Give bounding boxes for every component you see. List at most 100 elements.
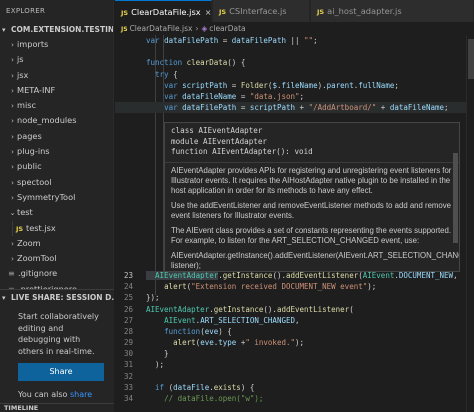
code-token: "data.json" <box>249 91 300 101</box>
timeline-header[interactable]: TIMELINE <box>0 403 114 412</box>
breadcrumb-file[interactable]: ClearDataFile.jsx <box>130 24 193 33</box>
tree-item-label: META-INF <box>17 84 56 95</box>
tooltip-scrollbar[interactable] <box>453 153 458 243</box>
editor-scrollbar[interactable] <box>466 35 474 412</box>
tab-label: CSInterface.js <box>229 6 287 16</box>
code-token: dataFilePath <box>231 36 286 45</box>
code-line[interactable]: var dataFileName = "data.json"; <box>115 91 474 102</box>
code-text: var dataFileName = "data.json"; <box>146 91 304 102</box>
chevron-down-icon: ▾ <box>2 26 6 34</box>
doc-example: AIEventAdapter.getInstance().addEventLis… <box>171 250 460 270</box>
tree-item[interactable]: › imports <box>0 37 113 52</box>
code-line[interactable]: 28 function(eve) { <box>115 326 474 337</box>
tree-item[interactable]: › Zoom <box>0 236 113 251</box>
code-line[interactable]: 32 <box>115 371 474 382</box>
tab-csinterface[interactable]: JS CSInterface.js <box>213 0 310 22</box>
tree-item-label: public <box>17 161 42 172</box>
share-button[interactable]: Share <box>18 363 104 381</box>
code-token: var <box>146 36 165 45</box>
code-token: var <box>164 103 183 113</box>
code-line[interactable]: 26 AIEventAdapter.getInstance().addEventL… <box>115 304 474 315</box>
code-line[interactable]: 33 if (dataFile.exists) { <box>115 382 474 393</box>
tree-item[interactable]: › public <box>0 159 113 174</box>
tree-item[interactable]: › jsx <box>0 68 113 83</box>
code-token: var <box>164 80 183 90</box>
code-token: "" <box>304 36 314 45</box>
code-line[interactable]: try { <box>115 69 474 80</box>
breadcrumb: JS ClearDataFile.jsx › ◈ clearData <box>115 22 474 35</box>
signature-line: class AIEventAdapter <box>171 126 263 135</box>
close-icon[interactable]: × <box>205 8 211 17</box>
live-share-description: Start collaboratively editing and debugg… <box>18 312 99 356</box>
workspace-name: COM.EXTENSION.TESTING <box>11 25 113 34</box>
code-token: scriptPath <box>182 80 228 90</box>
code-token: = <box>236 103 250 113</box>
tree-item-label: plug-ins <box>17 146 50 157</box>
live-share-title: LIVE SHARE: SESSION D... <box>11 293 114 302</box>
breadcrumb-symbol[interactable]: clearData <box>209 24 245 33</box>
code-text: try { <box>146 69 178 80</box>
code-text: var scriptPath = Folder($.fileName).pare… <box>146 80 399 91</box>
code-token: "/AddArtboard/" <box>308 103 377 113</box>
code-line[interactable]: 34 // dataFile.open("w"); <box>115 393 474 404</box>
function-symbol-icon: ◈ <box>201 24 208 33</box>
tree-item[interactable]: › node_modules <box>0 113 113 128</box>
tree-item[interactable]: › META-INF <box>0 83 113 98</box>
code-token: () { <box>227 58 246 68</box>
code-token: ); <box>295 338 305 348</box>
code-token: try <box>155 69 169 79</box>
tree-item-label: test <box>17 207 33 218</box>
line-number: 31 <box>123 360 133 370</box>
code-line[interactable] <box>115 46 474 57</box>
workspace-section-header[interactable]: ▾ COM.EXTENSION.TESTING <box>0 22 113 37</box>
code-line[interactable]: 30 } <box>115 348 474 359</box>
tree-item[interactable]: › SymmetryTool <box>0 190 113 205</box>
code-line[interactable]: var dataFilePath = scriptPath + "/AddArt… <box>115 102 474 114</box>
tree-item[interactable]: › plug-ins <box>0 144 113 159</box>
tree-item[interactable]: › ZoomTool <box>0 251 113 266</box>
code-line[interactable]: 24 alert("Extension received DOCUMENT_NE… <box>115 281 474 292</box>
code-token: = <box>236 91 250 101</box>
line-number: 33 <box>123 382 133 392</box>
code-line[interactable]: 29 alert(eve.type +" invoked."); <box>115 337 474 348</box>
code-token: } <box>146 349 169 359</box>
chevron-down-icon: ⌄ <box>9 209 16 218</box>
code-line[interactable]: var scriptPath = Folder($.fileName).pare… <box>115 80 474 91</box>
code-line[interactable]: function clearData() { <box>115 57 474 68</box>
code-token: Folder <box>240 80 268 90</box>
code-token: dataFileName <box>182 91 237 101</box>
tree-item[interactable]: ≡ .gitignore <box>0 266 113 281</box>
code-token: ART_SELECTION_CHANGED <box>200 315 296 325</box>
live-share-header[interactable]: ▾ LIVE SHARE: SESSION D... <box>0 290 114 305</box>
tree-item-label: test.jsx <box>26 222 56 233</box>
code-line[interactable]: 27 AIEvent.ART_SELECTION_CHANGED, <box>115 315 474 326</box>
tree-item[interactable]: › js <box>0 52 113 67</box>
code-token: { <box>168 69 178 79</box>
chevron-right-icon: › <box>11 178 14 187</box>
code-line[interactable]: 31 ); <box>115 359 474 370</box>
code-token: addEventListener <box>276 304 350 314</box>
tree-item[interactable]: › pages <box>0 129 113 144</box>
code-token: type <box>218 338 237 348</box>
hover-documentation: AIEventAdapter provides APIs for registe… <box>165 163 459 271</box>
code-line[interactable]: 25}); <box>115 292 474 303</box>
tab-ai-host-adapter[interactable]: JS ai_host_adapter.js <box>311 0 474 22</box>
tree-item-label: jsx <box>17 69 29 80</box>
tree-item[interactable]: › misc <box>0 98 113 113</box>
tab-cleardatafile[interactable]: JS ClearDataFile.jsx × <box>115 0 212 22</box>
scrollbar-thumb[interactable] <box>468 39 474 79</box>
tree-item[interactable]: JS test.jsx <box>0 220 113 236</box>
code-token: ); <box>367 282 377 292</box>
code-token: = <box>227 80 241 90</box>
js-file-icon: JS <box>121 26 128 33</box>
tree-item[interactable]: › spectool <box>0 175 113 190</box>
code-text: function(eve) { <box>146 326 232 337</box>
code-line[interactable]: var dataFilePath = dataFilePath || ""; <box>115 35 474 46</box>
code-token: ( <box>164 382 174 392</box>
code-token: // dataFile.open("w"); <box>164 394 264 403</box>
tree-item[interactable]: ⌄ test <box>0 205 113 220</box>
code-text: AIEventAdapter.getInstance().addEventLis… <box>146 304 354 315</box>
code-token: fullName <box>358 80 395 90</box>
code-token: alert <box>173 338 196 348</box>
